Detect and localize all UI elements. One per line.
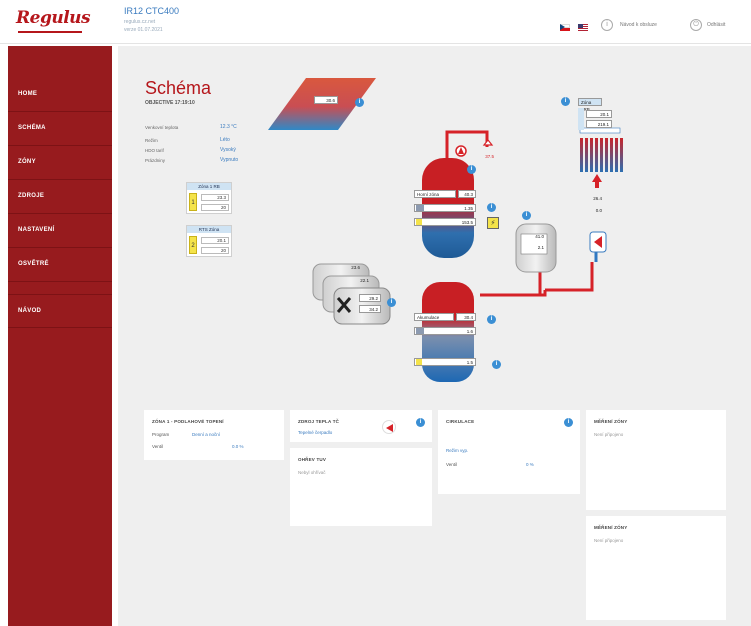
expansion-info-icon[interactable]: i [522, 211, 531, 220]
tank-zone-label: Horní zóna [414, 190, 456, 198]
valve-temp: 41.0 [535, 234, 544, 239]
room-temp-1: 20.1 [586, 110, 612, 118]
panel-title: CIRKULACE [446, 419, 475, 424]
valve-temp-2: 2.1 [537, 245, 544, 250]
solar-temp: 30.6 [314, 96, 338, 104]
panel-key: Program [152, 432, 170, 437]
buffer-info-icon[interactable]: i [487, 315, 496, 324]
panel-measure-1[interactable]: MĚŘENÍ ZÓNY Není připojeno [586, 410, 726, 510]
buffer-row-3: 1.5 [414, 358, 476, 366]
radiator [580, 138, 623, 172]
room-temp-2: 219.1 [586, 120, 612, 128]
room-bar [578, 108, 584, 130]
panel-heat-source[interactable]: ZDROJ TEPLA TČ Tepelné čerpadlo i [290, 410, 432, 442]
tank-info-icon[interactable]: i [487, 203, 496, 212]
hp-back-temp-1: 23.6 [351, 265, 360, 270]
panel-circulation[interactable]: CIRKULACE i Režim vyp. Ventil 0 % [438, 410, 580, 494]
tank-row-3: 153.5 [414, 218, 476, 226]
panel-key: Ventil [152, 444, 164, 449]
heatpump-status-icon [382, 420, 396, 434]
room-zone-label: Zóna 1RB [578, 98, 602, 112]
tank-zone-icon [416, 219, 422, 225]
floor-temp-1: 26.4 [593, 196, 602, 201]
heat-source-info-icon[interactable]: i [416, 418, 425, 427]
panel-text: Není připojeno [594, 432, 624, 437]
lightning-icon[interactable]: ⚡ [487, 217, 499, 229]
hp-front-temp-1: 29.2 [359, 294, 381, 302]
circulation-info-icon[interactable]: i [564, 418, 573, 427]
hw-outlet-temp: 37.5 [485, 154, 494, 159]
room-info-icon[interactable]: i [561, 97, 570, 106]
solar-info-icon[interactable]: i [355, 98, 364, 107]
hw-info-icon[interactable]: i [467, 165, 476, 174]
buffer-element-icon [416, 328, 424, 334]
panel-link[interactable]: Tepelné čerpadlo [298, 430, 332, 435]
hp-front-temp-2: 34.2 [359, 305, 381, 313]
panel-hot-water[interactable]: OHŘEV TUV Nebyl ohřívač [290, 448, 432, 526]
hp-back-temp-2: 22.1 [360, 278, 369, 283]
buffer-bottom-info-icon[interactable]: i [492, 360, 501, 369]
floor-temp-2: 0.0 [595, 208, 602, 213]
buffer-zone-icon [416, 359, 422, 365]
tank-top-temp: 40.3 [458, 190, 476, 198]
panel-title: MĚŘENÍ ZÓNY [594, 525, 628, 530]
panel-value: 0.0 % [232, 444, 244, 449]
buffer-label: Akumulace [414, 313, 454, 321]
panel-link[interactable]: Režim vyp. [446, 448, 468, 453]
panel-measure-2[interactable]: MĚŘENÍ ZÓNY Není připojeno [586, 516, 726, 620]
panel-title: OHŘEV TUV [298, 457, 327, 462]
panel-text: Nebyl ohřívač [298, 470, 326, 475]
tank-element-icon [416, 205, 424, 211]
panel-title: MĚŘENÍ ZÓNY [594, 419, 628, 424]
panel-zone1[interactable]: ZÓNA 1 - PODLAHOVÉ TOPENÍ Program Denní … [144, 410, 284, 460]
panel-text: Není připojeno [594, 538, 624, 543]
panel-title: ZDROJ TEPLA TČ [298, 419, 340, 424]
app-window: Regulus IR12 CTC400 regulus.cz.net verze… [0, 0, 751, 626]
panel-link[interactable]: Denní a noční [192, 432, 220, 437]
panel-key: Ventil [446, 462, 458, 467]
buffer-top-temp: 30.4 [456, 313, 476, 321]
panel-title: ZÓNA 1 - PODLAHOVÉ TOPENÍ [152, 419, 224, 424]
panel-value: 0 % [526, 462, 534, 467]
heatpump-info-icon[interactable]: i [387, 298, 396, 307]
